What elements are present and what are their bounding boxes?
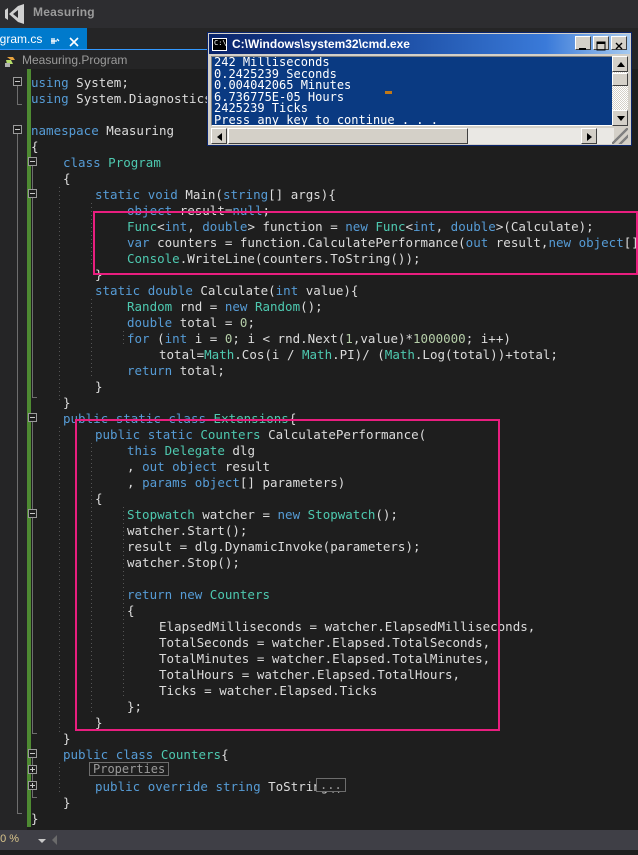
code-line: class Program (63, 155, 161, 170)
cmd-icon: C:\ (212, 37, 227, 51)
code-line: public static Counters CalculatePerforma… (95, 427, 427, 442)
class-icon (4, 53, 17, 67)
code-line: result = dlg.DynamicInvoke(parameters); (127, 539, 421, 554)
console-window-buttons (575, 36, 627, 51)
scroll-left-arrow-icon[interactable] (52, 835, 57, 845)
code-line: ElapsedMilliseconds = watcher.ElapsedMil… (159, 619, 536, 634)
horizontal-scroll-thumb[interactable] (228, 128, 468, 144)
console-output[interactable]: 242 Milliseconds 0.2425239 Seconds 0.00404… (211, 56, 614, 126)
code-line: var counters = function.CalculatePerform… (127, 235, 638, 250)
fold-marker-namespace[interactable] (13, 125, 22, 134)
console-cursor (385, 91, 392, 94)
scroll-right-arrow-icon[interactable] (581, 128, 597, 144)
scroll-left-arrow-icon[interactable] (211, 128, 227, 144)
title-bar: Measuring (0, 0, 638, 28)
code-line: return new Counters (127, 587, 271, 602)
indent-guide (91, 443, 92, 715)
collapsed-region-properties[interactable]: Properties (89, 762, 170, 776)
console-line: Press any key to continue . . . (214, 112, 438, 126)
code-line: Stopwatch watcher = new Stopwatch(); (127, 507, 398, 522)
code-line: { (31, 139, 39, 154)
window-bottom-edge (0, 850, 638, 855)
code-line: Func<int, double> function = new Func<in… (127, 219, 594, 234)
code-line: { (127, 603, 135, 618)
console-title-bar[interactable]: C:\ C:\Windows\system32\cmd.exe (209, 34, 630, 54)
horizontal-scrollbar[interactable] (52, 830, 638, 850)
scroll-up-arrow-icon[interactable] (612, 56, 628, 72)
indent-guide (59, 763, 60, 795)
console-vertical-scrollbar[interactable] (612, 56, 628, 126)
code-line: Random rnd = new Random(); (127, 299, 323, 314)
code-line: watcher.Stop(); (127, 555, 240, 570)
code-line: public static class Extensions{ (63, 411, 297, 426)
fold-marker-using[interactable] (13, 77, 22, 86)
code-line: } (31, 811, 39, 826)
tab-label: rogram.cs (0, 32, 43, 46)
close-button[interactable] (611, 36, 627, 50)
code-editor[interactable]: using System; using System.Diagnostics; na… (0, 69, 638, 830)
editor-status-bar: 00 % (0, 830, 638, 850)
indent-guide (59, 427, 60, 733)
scroll-down-arrow-icon[interactable] (612, 110, 628, 126)
code-line: object result=null; (127, 203, 271, 218)
code-line: TotalMinutes = watcher.Elapsed.TotalMinu… (159, 651, 491, 666)
app-title: Measuring (33, 5, 95, 19)
code-line: namespace Measuring (31, 123, 174, 138)
indent-guide (123, 507, 124, 699)
code-line: { (95, 491, 103, 506)
code-line: using System.Diagnostics; (31, 91, 220, 106)
indent-guide (91, 299, 92, 379)
outline-gutter[interactable] (0, 69, 27, 830)
code-line: } (95, 715, 103, 730)
code-line: public override string ToString() (95, 779, 344, 794)
tab-program-cs[interactable]: rogram.cs (0, 28, 88, 50)
code-line: double total = 0; (127, 315, 255, 330)
vertical-scroll-thumb[interactable] (612, 73, 628, 86)
code-line: this Delegate dlg (127, 443, 255, 458)
console-horizontal-scrollbar[interactable] (211, 128, 614, 144)
indent-guide (123, 331, 124, 347)
code-line: } (63, 395, 71, 410)
code-line: } (63, 795, 71, 810)
visual-studio-logo-icon (4, 4, 26, 24)
collapsed-region-tostring-body[interactable]: ... (316, 778, 346, 792)
close-icon[interactable] (68, 33, 80, 47)
code-text-area[interactable]: using System; using System.Diagnostics; na… (31, 69, 638, 830)
code-line: } (95, 379, 103, 394)
zoom-level-label[interactable]: 00 % (0, 833, 19, 845)
code-line: using System; (31, 75, 129, 90)
code-line: for (int i = 0; i < rnd.Next(1,value)*10… (127, 331, 511, 346)
code-line: , params object[] parameters) (127, 475, 346, 490)
pin-icon[interactable] (49, 33, 61, 45)
indent-guide (59, 187, 60, 401)
code-line: }; (127, 699, 143, 714)
code-line: Ticks = watcher.Elapsed.Ticks (159, 683, 378, 698)
breadcrumb-text: Measuring.Program (22, 52, 128, 67)
code-line: total=Math.Cos(i / Math.PI)/ (Math.Log(t… (159, 347, 558, 362)
indent-guide (91, 203, 92, 267)
resize-grip-icon[interactable] (612, 128, 628, 144)
chevron-down-icon[interactable] (38, 839, 46, 843)
code-line: TotalHours = watcher.Elapsed.TotalHours, (159, 667, 461, 682)
code-line: watcher.Start(); (127, 523, 248, 538)
console-window[interactable]: C:\ C:\Windows\system32\cmd.exe 242 Mill… (207, 32, 632, 146)
code-line: TotalSeconds = watcher.Elapsed.TotalSeco… (159, 635, 491, 650)
code-line: } (95, 267, 103, 282)
code-line: static double Calculate(int value){ (95, 283, 359, 298)
code-line: public class Counters{ (63, 747, 229, 762)
code-line: { (63, 171, 71, 186)
code-line: Console.WriteLine(counters.ToString()); (127, 251, 421, 266)
minimize-button[interactable] (575, 36, 591, 50)
console-title: C:\Windows\system32\cmd.exe (232, 37, 410, 51)
code-line: return total; (127, 363, 225, 378)
visual-studio-window: Measuring rogram.cs (0, 0, 638, 855)
maximize-button[interactable] (593, 36, 609, 51)
code-line: } (63, 731, 71, 746)
code-line: , out object result (127, 459, 271, 474)
code-line: static void Main(string[] args){ (95, 187, 336, 202)
